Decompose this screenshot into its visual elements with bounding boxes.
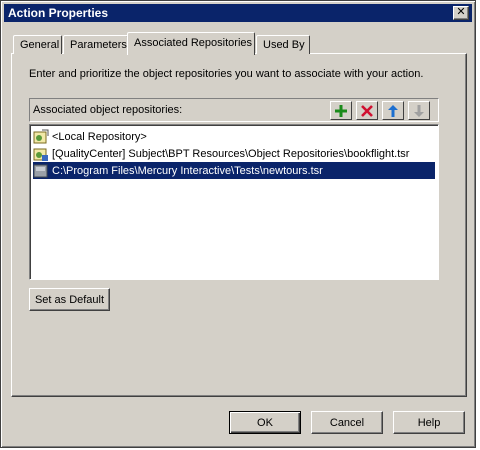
repositories-list-header: Associated object repositories: (29, 98, 439, 122)
list-item[interactable]: [QualityCenter] Subject\BPT Resources\Ob… (33, 145, 435, 162)
list-item[interactable]: C:\Program Files\Mercury Interactive\Tes… (33, 162, 435, 179)
remove-repository-button[interactable] (356, 101, 378, 120)
tab-used-by[interactable]: Used By (256, 35, 310, 54)
arrow-up-icon (388, 105, 398, 117)
close-icon: ✕ (456, 6, 466, 18)
x-icon (361, 105, 373, 117)
title-bar[interactable]: Action Properties ✕ (4, 4, 472, 22)
move-down-button[interactable] (408, 101, 430, 120)
action-properties-dialog: Action Properties ✕ General Parameters A… (0, 0, 476, 448)
list-item[interactable]: <Local Repository> (33, 128, 435, 145)
ok-button[interactable]: OK (229, 411, 301, 434)
add-repository-button[interactable] (330, 101, 352, 120)
qc-repository-icon (33, 148, 48, 161)
repositories-list-label: Associated object repositories: (33, 104, 183, 116)
instructions-text: Enter and prioritize the object reposito… (29, 68, 424, 80)
tab-parameters[interactable]: Parameters (63, 35, 128, 54)
dialog-title: Action Properties (8, 6, 109, 20)
set-as-default-button[interactable]: Set as Default (29, 288, 110, 311)
repositories-listbox[interactable]: <Local Repository> [QualityCenter] Subje… (29, 124, 439, 280)
local-repository-icon (33, 129, 49, 143)
file-repository-icon (33, 164, 48, 177)
tab-general[interactable]: General (13, 35, 62, 54)
help-button[interactable]: Help (393, 411, 465, 434)
arrow-down-icon (414, 105, 424, 117)
close-button[interactable]: ✕ (453, 6, 469, 20)
cancel-button[interactable]: Cancel (311, 411, 383, 434)
tab-associated-repositories[interactable]: Associated Repositories (127, 32, 255, 55)
move-up-button[interactable] (382, 101, 404, 120)
plus-icon (335, 105, 347, 117)
